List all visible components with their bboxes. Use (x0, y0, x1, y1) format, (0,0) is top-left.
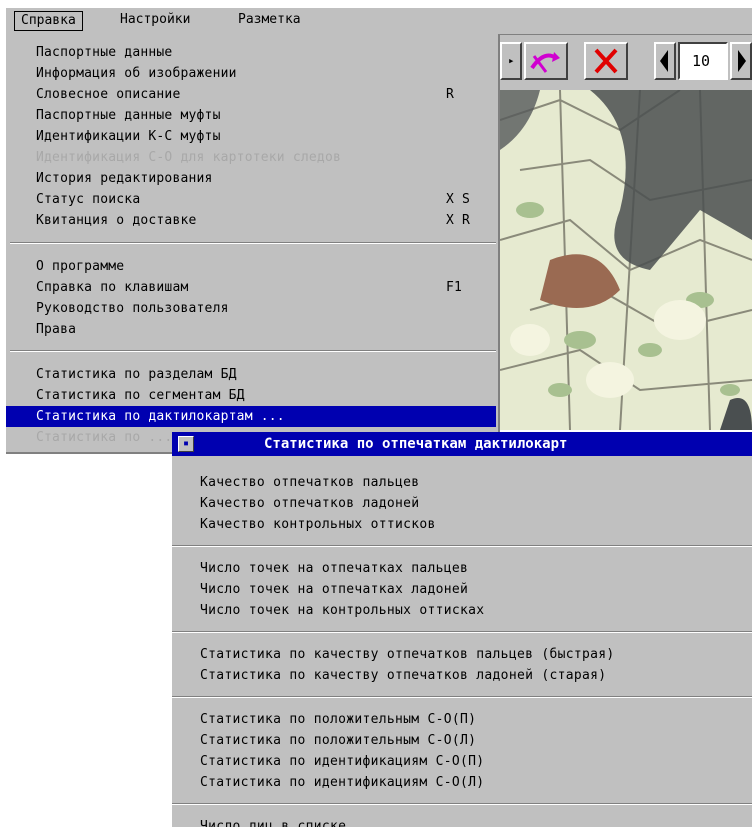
menu-item-label: История редактирования (36, 171, 213, 186)
menu-item-search-status[interactable]: Статус поиска X S (6, 189, 496, 210)
menu-item-label: Статистика по ... (36, 430, 173, 445)
submenu-item-finger-quality-stats[interactable]: Статистика по качеству отпечатков пальце… (200, 644, 614, 665)
menu-separator (10, 350, 496, 352)
submenu-separator (172, 631, 752, 633)
menu-item-so-identification: Идентификация С-О для картотеки следов (6, 147, 496, 168)
menu-item-label: Справка по клавишам (36, 280, 189, 295)
menu-item-label: Статистика по дактилокартам ... (36, 409, 285, 424)
menu-bar: Справка Настройки Разметка (6, 8, 752, 35)
menu-item-label: Идентификации К-С муфты (36, 129, 221, 144)
menu-nastroyki[interactable]: Настройки (114, 11, 196, 29)
menu-item-label: Статистика по сегментам БД (36, 388, 245, 403)
submenu-item-palm-points[interactable]: Число точек на отпечатках ладоней (200, 579, 468, 600)
menu-item-about[interactable]: О программе (6, 256, 496, 277)
submenu-separator (172, 545, 752, 547)
menu-item-shortcut: X S (446, 192, 471, 207)
submenu-item-finger-points[interactable]: Число точек на отпечатках пальцев (200, 558, 468, 579)
menu-item-label: О программе (36, 259, 125, 274)
next-page-button[interactable] (730, 42, 752, 80)
menu-item-passport-data[interactable]: Паспортные данные (6, 42, 496, 63)
menu-item-ks-identification[interactable]: Идентификации К-С муфты (6, 126, 496, 147)
menu-item-label: Квитанция о доставке (36, 213, 197, 228)
menu-item-user-guide[interactable]: Руководство пользователя (6, 298, 496, 319)
menu-spravka[interactable]: Справка (14, 11, 83, 31)
menu-item-shortcut: X R (446, 213, 471, 228)
menu-item-label: Статус поиска (36, 192, 141, 207)
menu-item-verbal-description[interactable]: Словесное описание R (6, 84, 496, 105)
toolbar: ▸ 10 (500, 34, 752, 90)
arrow-icon: ▸ (508, 54, 515, 67)
menu-item-label: Права (36, 322, 77, 337)
submenu-item-finger-quality[interactable]: Качество отпечатков пальцев (200, 472, 419, 493)
background-image (500, 90, 752, 430)
close-icon (594, 48, 618, 74)
menu-item-shortcut: F1 (446, 280, 463, 295)
menu-item-label: Паспортные данные муфты (36, 108, 221, 123)
system-menu-icon[interactable]: ▪ (178, 436, 194, 452)
prev-page-button[interactable] (654, 42, 676, 80)
menu-item-db-segments-stats[interactable]: Статистика по сегментам БД (6, 385, 496, 406)
swap-button[interactable] (524, 42, 568, 80)
help-dropdown-menu: Паспортные данные Информация об изображе… (6, 34, 500, 454)
submenu-item-identification-so-l[interactable]: Статистика по идентификациям С-О(Л) (200, 772, 484, 793)
submenu-separator (172, 696, 752, 698)
menu-item-dactylocard-stats[interactable]: Статистика по дактилокартам ... (6, 406, 496, 427)
submenu-separator (172, 803, 752, 805)
menu-item-label: Руководство пользователя (36, 301, 229, 316)
submenu-item-control-points[interactable]: Число точек на контрольных оттисках (200, 600, 484, 621)
menu-item-rights[interactable]: Права (6, 319, 496, 340)
menu-item-key-help[interactable]: Справка по клавишам F1 (6, 277, 496, 298)
submenu-title-bar: ▪ Статистика по отпечаткам дактилокарт (172, 432, 752, 456)
menu-item-label: Паспортные данные (36, 45, 173, 60)
arrow-button[interactable]: ▸ (500, 42, 522, 80)
submenu-item-identification-so-p[interactable]: Статистика по идентификациям С-О(П) (200, 751, 484, 772)
submenu-item-positive-so-l[interactable]: Статистика по положительным С-О(Л) (200, 730, 476, 751)
menu-separator (10, 242, 496, 244)
magenta-swap-icon (530, 52, 560, 73)
page-number: 10 (692, 52, 711, 70)
menu-item-db-sections-stats[interactable]: Статистика по разделам БД (6, 364, 496, 385)
menu-item-image-info[interactable]: Информация об изображении (6, 63, 496, 84)
submenu-title: Статистика по отпечаткам дактилокарт (264, 436, 568, 452)
menu-item-delivery-receipt[interactable]: Квитанция о доставке X R (6, 210, 496, 231)
menu-razmetka[interactable]: Разметка (232, 11, 307, 29)
submenu-item-palm-quality-stats[interactable]: Статистика по качеству отпечатков ладоне… (200, 665, 606, 686)
menu-item-label: Информация об изображении (36, 66, 237, 81)
right-triangle-icon (738, 50, 746, 72)
submenu-item-palm-quality[interactable]: Качество отпечатков ладоней (200, 493, 419, 514)
left-triangle-icon (660, 50, 668, 72)
menu-item-label: Идентификация С-О для картотеки следов (36, 150, 342, 165)
close-button[interactable] (584, 42, 628, 80)
submenu-item-positive-so-p[interactable]: Статистика по положительным С-О(П) (200, 709, 476, 730)
menu-item-label: Словесное описание (36, 87, 181, 102)
menu-item-muff-passport[interactable]: Паспортные данные муфты (6, 105, 496, 126)
menu-item-edit-history[interactable]: История редактирования (6, 168, 496, 189)
fingerprint-stats-submenu: ▪ Статистика по отпечаткам дактилокарт К… (172, 432, 752, 827)
page-number-field[interactable]: 10 (678, 42, 728, 80)
menu-item-shortcut: R (446, 87, 455, 102)
menu-item-label: Статистика по разделам БД (36, 367, 237, 382)
submenu-item-control-quality[interactable]: Качество контрольных оттисков (200, 514, 436, 535)
submenu-item-persons-count[interactable]: Число лиц в списке (200, 816, 346, 827)
